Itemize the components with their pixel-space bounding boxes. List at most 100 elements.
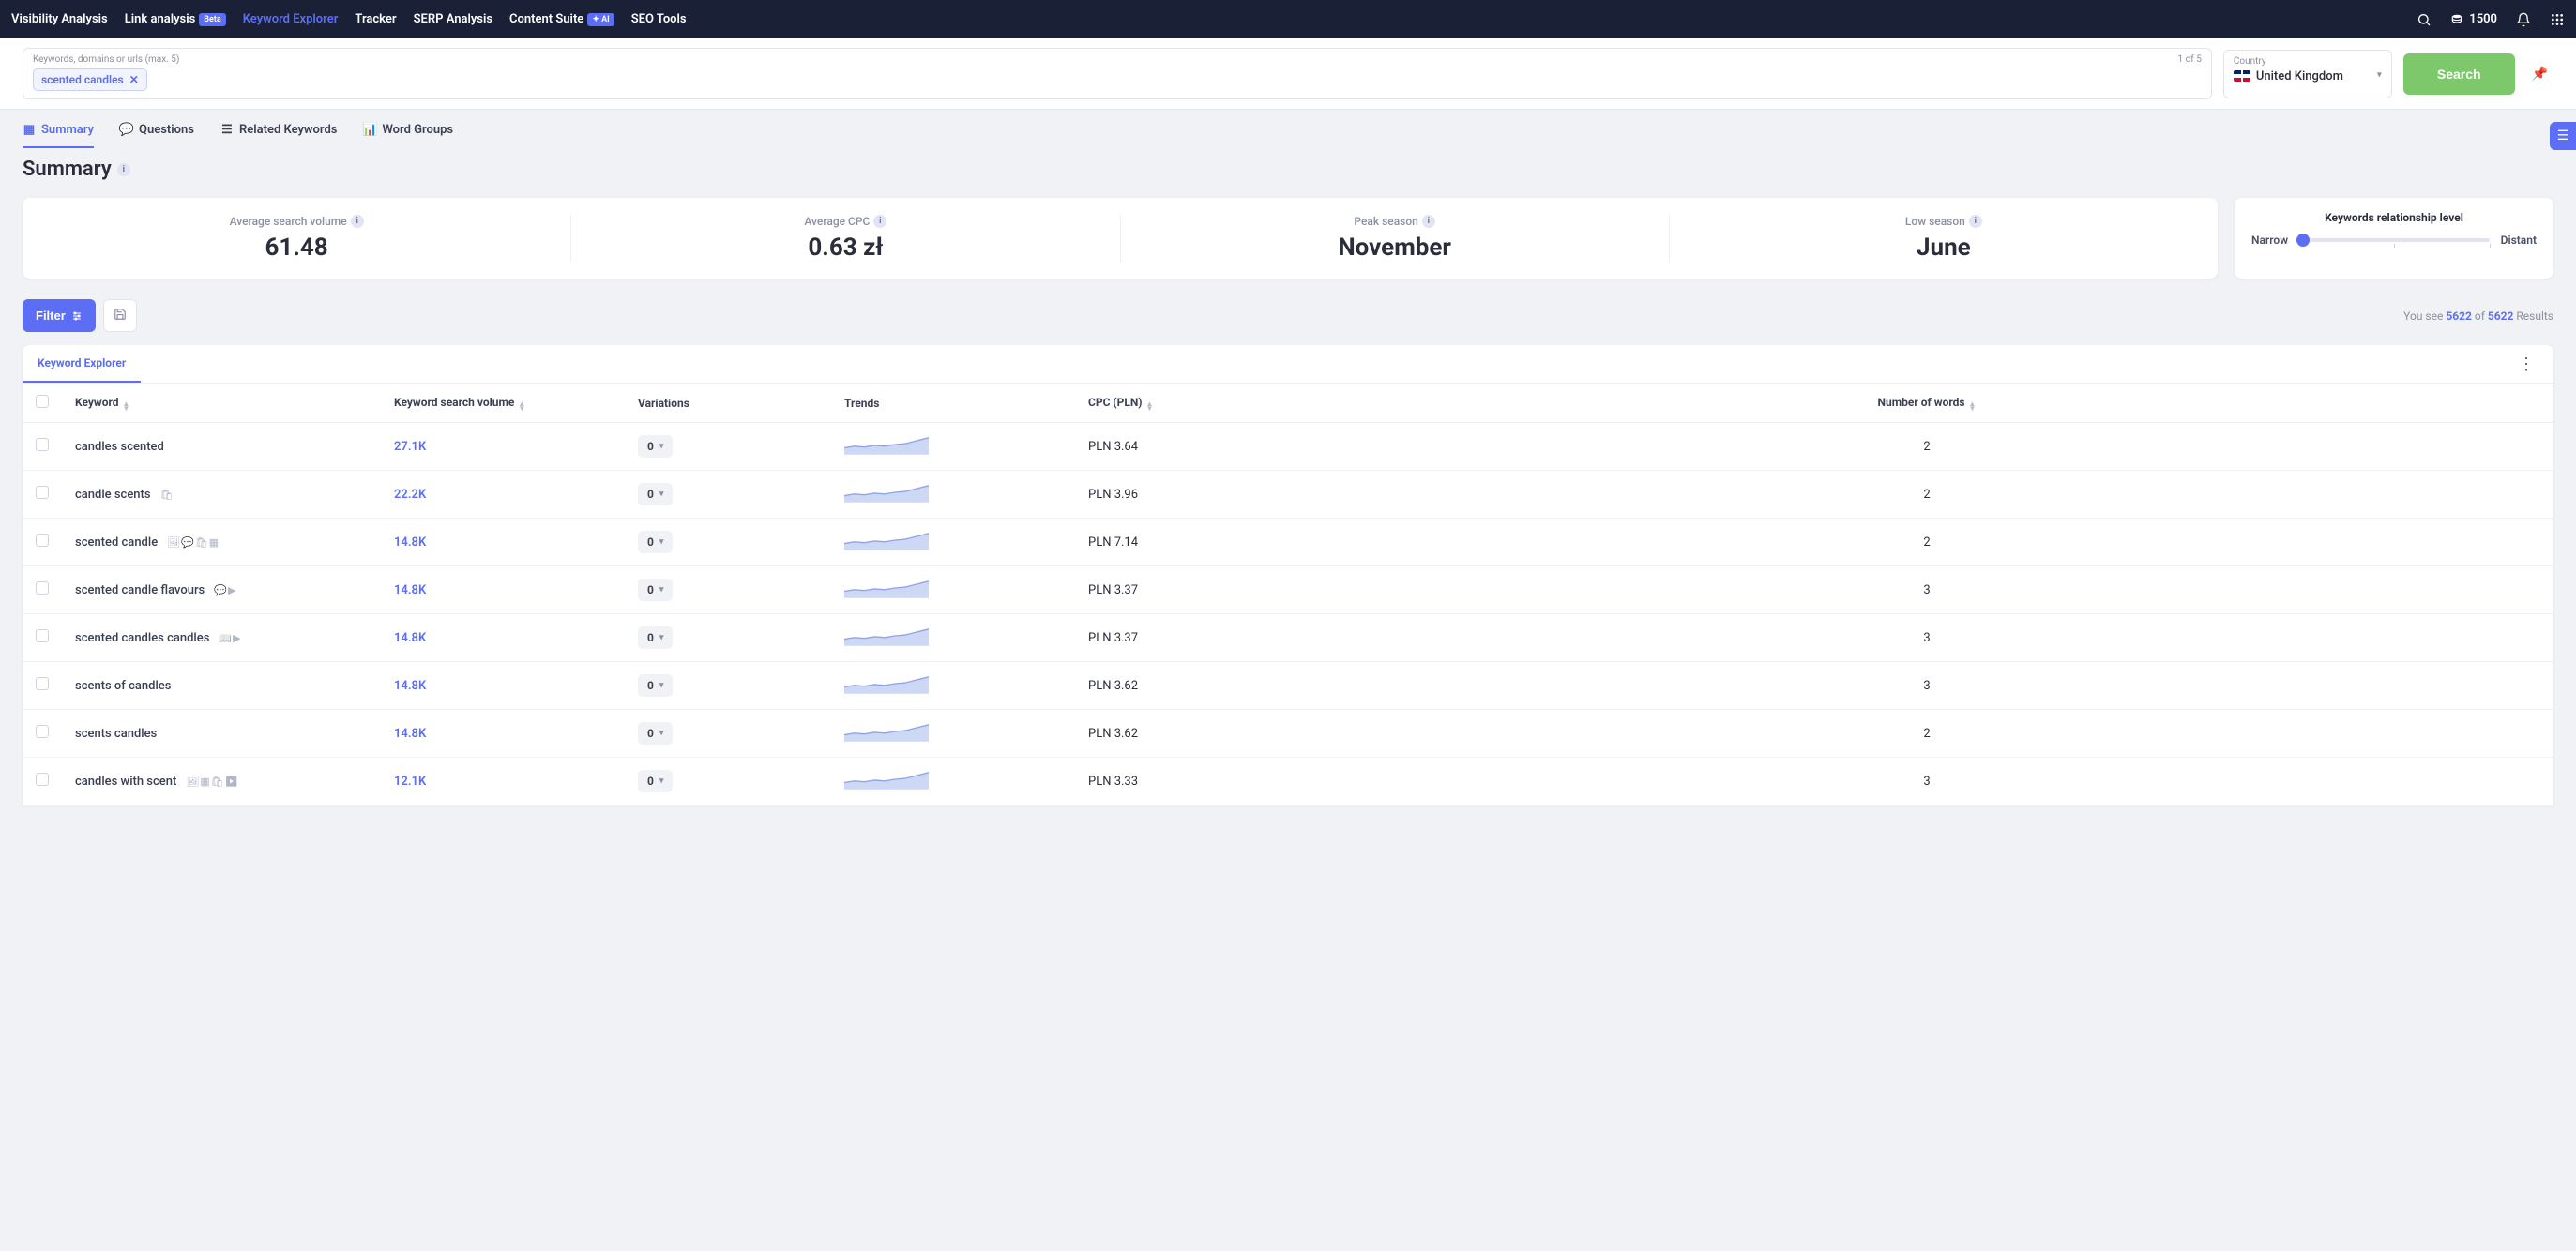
keyword-link[interactable]: candles with scent: [75, 775, 176, 789]
keyword-link[interactable]: candles scented: [75, 440, 164, 454]
ai-badge: ✦ AI: [587, 13, 614, 26]
row-checkbox[interactable]: [36, 677, 49, 690]
tab-wordgroups[interactable]: 📊Word Groups: [363, 123, 453, 148]
volume-value: 14.8K: [394, 583, 426, 597]
row-checkbox[interactable]: [36, 725, 49, 738]
variations-dropdown[interactable]: 0 ▾: [638, 626, 673, 649]
info-icon[interactable]: i: [351, 215, 364, 228]
metrics-card: Average search volumei 61.48 Average CPC…: [23, 198, 2218, 279]
cpc-value: PLN 3.37: [1075, 566, 1300, 614]
volume-value: 12.1K: [394, 775, 426, 789]
variations-dropdown[interactable]: 0 ▾: [638, 770, 673, 792]
slider-thumb[interactable]: [2296, 234, 2310, 247]
tab-related[interactable]: ☰Related Keywords: [220, 123, 337, 148]
keyword-link[interactable]: scented candles candles: [75, 631, 209, 645]
table-row: scented candle🖼💬🛍▦14.8K0 ▾PLN 7.142: [23, 519, 2553, 566]
nav-seo-tools[interactable]: SEO Tools: [631, 12, 687, 26]
row-checkbox[interactable]: [36, 581, 49, 595]
col-trends: Trends: [831, 384, 1075, 423]
beta-badge: Beta: [199, 13, 225, 26]
uk-flag-icon: [2234, 70, 2250, 82]
words-value: 3: [1300, 566, 2553, 614]
relationship-slider[interactable]: [2299, 238, 2490, 242]
col-cpc[interactable]: CPC (PLN)▲▼: [1075, 384, 1300, 423]
info-icon[interactable]: i: [117, 163, 130, 176]
variations-dropdown[interactable]: 0 ▾: [638, 435, 673, 458]
nav-visibility[interactable]: Visibility Analysis: [11, 12, 108, 26]
keyword-link[interactable]: scented candle: [75, 535, 158, 550]
row-checkbox[interactable]: [36, 773, 49, 786]
chip-remove-icon[interactable]: ✕: [129, 73, 139, 86]
credits[interactable]: 1500: [2450, 12, 2497, 26]
relationship-narrow-label: Narrow: [2251, 234, 2288, 247]
info-icon[interactable]: i: [1422, 215, 1435, 228]
nav-link-analysis[interactable]: Link analysisBeta: [125, 12, 226, 26]
variations-dropdown[interactable]: 0 ▾: [638, 483, 673, 505]
info-icon[interactable]: i: [873, 215, 886, 228]
words-value: 3: [1300, 758, 2553, 806]
card-tab-keyword-explorer[interactable]: Keyword Explorer: [23, 345, 141, 383]
table-menu-icon[interactable]: ⋮: [2510, 351, 2542, 378]
keyword-link[interactable]: candle scents: [75, 488, 151, 502]
keyword-chip[interactable]: scented candles ✕: [33, 68, 147, 91]
nav-serp[interactable]: SERP Analysis: [414, 12, 492, 26]
keyword-link[interactable]: scents of candles: [75, 679, 171, 693]
sort-icon: ▲▼: [1146, 401, 1154, 411]
search-icon[interactable]: [2417, 12, 2432, 27]
nav-right: 1500: [2417, 12, 2565, 27]
row-checkbox[interactable]: [36, 486, 49, 499]
metrics-row: Average search volumei 61.48 Average CPC…: [0, 198, 2576, 279]
keyword-link[interactable]: scented candle flavours: [75, 583, 205, 597]
trend-sparkline: [844, 578, 929, 598]
nav-keyword-explorer[interactable]: Keyword Explorer: [243, 12, 339, 26]
row-checkbox[interactable]: [36, 534, 49, 547]
variations-dropdown[interactable]: 0 ▾: [638, 531, 673, 553]
nav-tracker[interactable]: Tracker: [355, 12, 396, 26]
tab-questions[interactable]: 💬Questions: [120, 123, 194, 148]
filter-row: Filter You see 5622 of 5622 Results: [0, 279, 2576, 332]
table-row: scents of candles14.8K0 ▾PLN 3.623: [23, 662, 2553, 710]
sub-tabs: ▦Summary 💬Questions ☰Related Keywords 📊W…: [0, 110, 2576, 148]
keyword-link[interactable]: scents candles: [75, 727, 157, 741]
bell-icon[interactable]: [2516, 12, 2531, 27]
select-all-checkbox[interactable]: [36, 395, 49, 408]
serp-feature-icons: 🛍: [160, 489, 174, 501]
serp-feature-icons: 📖▶: [219, 632, 241, 644]
variations-dropdown[interactable]: 0 ▾: [638, 579, 673, 601]
keywords-table: Keyword▲▼ Keyword search volume▲▼ Variat…: [23, 384, 2553, 806]
search-band: Keywords, domains or urls (max. 5) scent…: [0, 38, 2576, 110]
variations-dropdown[interactable]: 0 ▾: [638, 722, 673, 745]
trend-sparkline: [844, 769, 929, 790]
row-checkbox[interactable]: [36, 629, 49, 642]
country-value: United Kingdom: [2256, 69, 2343, 83]
chevron-down-icon: ▾: [659, 681, 664, 690]
tab-summary[interactable]: ▦Summary: [23, 123, 94, 148]
nav-content-suite[interactable]: Content Suite✦ AI: [509, 12, 614, 26]
pin-icon[interactable]: 📌: [2526, 67, 2553, 82]
save-filter-button[interactable]: [103, 299, 137, 332]
col-keyword[interactable]: Keyword▲▼: [62, 384, 381, 423]
table-row: candles with scent🖼▦🛍▶12.1K0 ▾PLN 3.333: [23, 758, 2553, 806]
country-select[interactable]: Country United Kingdom ▾: [2223, 50, 2392, 98]
col-volume[interactable]: Keyword search volume▲▼: [381, 384, 625, 423]
col-words[interactable]: Number of words▲▼: [1300, 384, 2553, 423]
coins-icon: [2450, 13, 2463, 26]
volume-value: 27.1K: [394, 440, 426, 454]
variations-dropdown[interactable]: 0 ▾: [638, 674, 673, 697]
words-value: 2: [1300, 519, 2553, 566]
keyword-input-box[interactable]: Keywords, domains or urls (max. 5) scent…: [23, 48, 2212, 99]
relationship-title: Keywords relationship level: [2251, 211, 2537, 224]
apps-icon[interactable]: [2550, 12, 2565, 27]
table-row: scented candles candles📖▶14.8K0 ▾PLN 3.3…: [23, 614, 2553, 662]
filter-button[interactable]: Filter: [23, 299, 96, 332]
info-icon[interactable]: i: [1969, 215, 1982, 228]
volume-value: 14.8K: [394, 535, 426, 550]
metric-avg-cpc: Average CPCi 0.63 zł: [571, 215, 1120, 262]
row-checkbox[interactable]: [36, 438, 49, 451]
side-panel-toggle[interactable]: ☰: [2550, 122, 2576, 150]
keyword-counter: 1 of 5: [2177, 54, 2201, 65]
search-button[interactable]: Search: [2403, 53, 2515, 95]
chart-icon: 📊: [363, 124, 376, 137]
table-row: scented candle flavours💬▶14.8K0 ▾PLN 3.3…: [23, 566, 2553, 614]
words-value: 3: [1300, 662, 2553, 710]
